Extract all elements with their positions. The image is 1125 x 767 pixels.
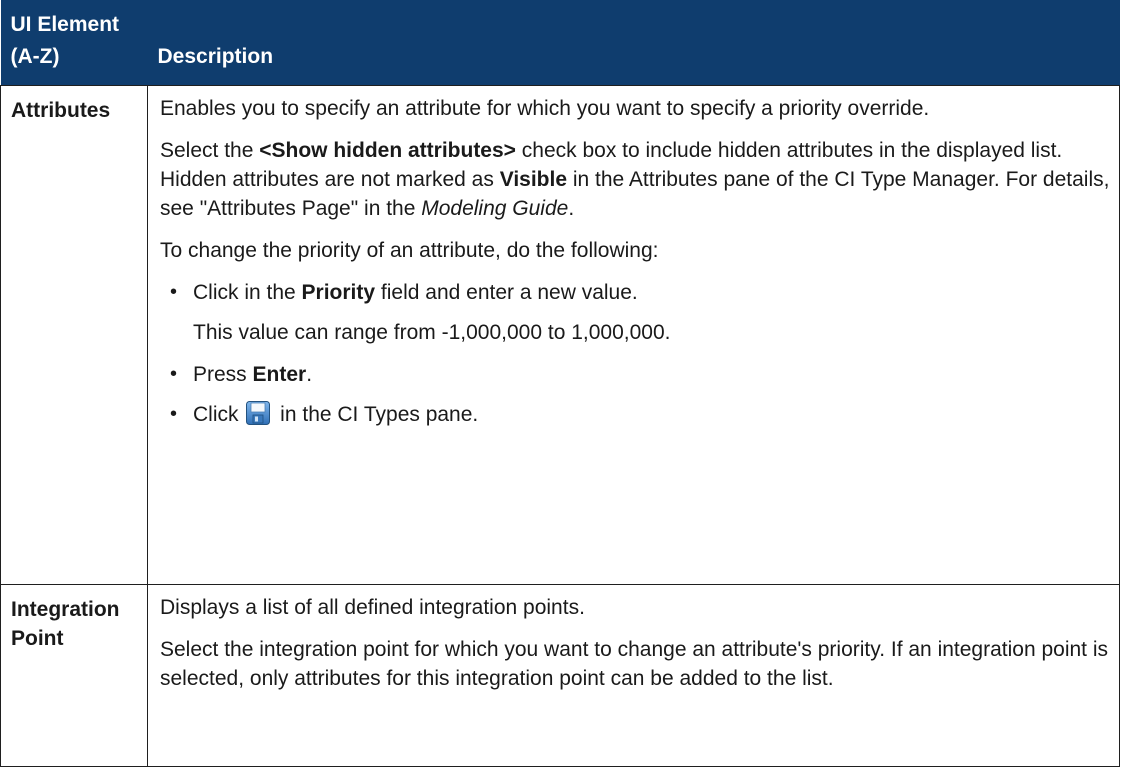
priority-range-note: This value can range from -1,000,000 to … bbox=[193, 320, 671, 344]
bullet-icon: • bbox=[170, 362, 178, 385]
text: Press bbox=[193, 362, 253, 386]
bullet-icon: • bbox=[170, 402, 178, 425]
text: Click in the bbox=[193, 280, 302, 304]
header-ui-element: UI Element (A-Z) bbox=[0, 0, 148, 85]
text: Select the bbox=[160, 138, 260, 162]
table-header-row: UI Element (A-Z) Description bbox=[0, 0, 1120, 85]
attributes-paragraph-2: Select the <Show hidden attributes> chec… bbox=[160, 136, 1111, 223]
list-item-enter: • Press Enter. bbox=[160, 360, 1111, 389]
ui-element-table: UI Element (A-Z) Description Attributes E… bbox=[0, 0, 1120, 767]
list-item-priority: • Click in the Priority field and enter a… bbox=[160, 278, 1111, 307]
text: field and enter a new value. bbox=[375, 280, 638, 304]
row-name-attributes: Attributes bbox=[0, 84, 148, 585]
save-icon bbox=[246, 400, 271, 425]
steps-list: • Click in the Priority field and enter a… bbox=[160, 278, 1111, 307]
modeling-guide-reference: Modeling Guide bbox=[421, 196, 569, 220]
steps-list-continued: • Press Enter. • Click in the CI Types p… bbox=[160, 360, 1111, 429]
attributes-paragraph-1: Enables you to specify an attribute for … bbox=[160, 96, 930, 120]
text: . bbox=[568, 196, 575, 220]
text: in the CI Types pane. bbox=[274, 402, 479, 426]
row-name-integration-point: Integration Point bbox=[0, 583, 148, 767]
row-description-integration-point: Displays a list of all defined integrati… bbox=[147, 583, 1120, 767]
bullet-icon: • bbox=[170, 280, 178, 303]
show-hidden-attributes-label: <Show hidden attributes> bbox=[259, 138, 516, 162]
text: . bbox=[306, 362, 313, 386]
text: Click bbox=[193, 402, 245, 426]
header-ui-element-line2: (A-Z) bbox=[10, 44, 60, 68]
name-line2: Point bbox=[11, 626, 64, 650]
integration-paragraph-1: Displays a list of all defined integrati… bbox=[160, 595, 585, 619]
attributes-paragraph-3: To change the priority of an attribute, … bbox=[160, 238, 659, 262]
table-row-integration-point: Integration Point Displays a list of all … bbox=[0, 583, 1120, 767]
header-description: Description bbox=[147, 0, 1120, 85]
row-description-attributes: Enables you to specify an attribute for … bbox=[147, 84, 1120, 585]
priority-label: Priority bbox=[301, 280, 376, 304]
enter-key-label: Enter bbox=[252, 362, 307, 386]
name-line1: Integration bbox=[11, 597, 120, 621]
integration-paragraph-2: Select the integration point for which y… bbox=[160, 637, 1109, 690]
table-row-attributes: Attributes Enables you to specify an att… bbox=[0, 84, 1120, 585]
list-item-save: • Click in the CI Types pane. bbox=[160, 400, 1111, 429]
header-ui-element-line1: UI Element bbox=[10, 12, 120, 36]
visible-label: Visible bbox=[499, 167, 568, 191]
